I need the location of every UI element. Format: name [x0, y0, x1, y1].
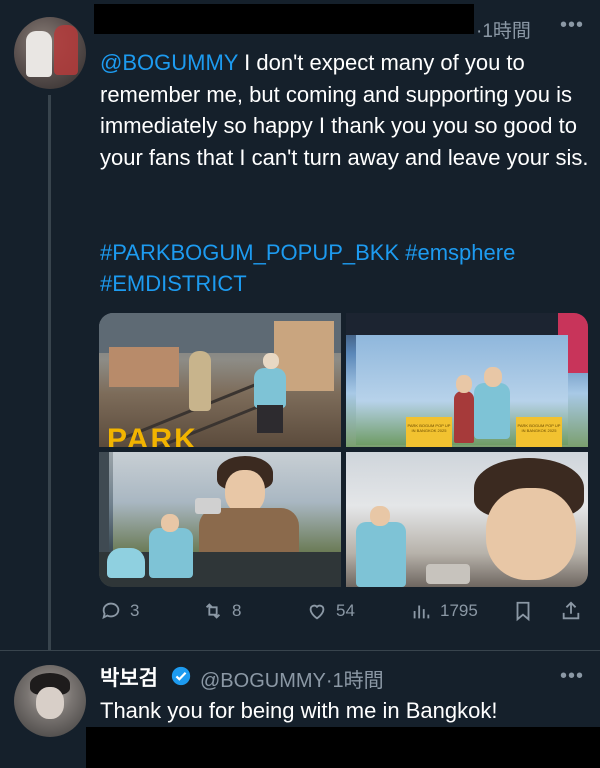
bookmark-action[interactable]	[512, 600, 534, 622]
more-options-icon[interactable]: •••	[560, 14, 584, 37]
redacted-author-name	[94, 4, 474, 34]
share-action[interactable]	[560, 600, 582, 622]
views-icon	[413, 605, 430, 619]
tweet-action-bar: 3 8 54 1795	[0, 600, 600, 628]
media-image-4[interactable]	[346, 452, 588, 587]
tweet-text: @BOGUMMY I don't expect many of you to r…	[100, 47, 590, 173]
image2-sign-text-1: PARK BOGUM POP UP IN BANGKOK 2025	[407, 423, 451, 433]
tweet-timestamp[interactable]: ·1時間	[476, 16, 531, 43]
reply-author-name[interactable]: 박보검	[100, 662, 158, 692]
tweet-author-avatar[interactable]	[14, 17, 86, 89]
reply-icon	[102, 602, 120, 620]
hashtag-line-1[interactable]: #PARKBOGUM_POPUP_BKK #emsphere	[100, 237, 590, 268]
bookmark-icon	[516, 601, 530, 622]
like-action[interactable]: 54	[306, 600, 355, 622]
media-image-1[interactable]: PARK	[99, 313, 341, 447]
reply-author-avatar[interactable]	[14, 665, 86, 737]
avatar-figure	[54, 25, 78, 75]
like-count: 54	[336, 601, 355, 620]
tweet-hashtags: #PARKBOGUM_POPUP_BKK #emsphere #EMDISTRI…	[100, 237, 590, 299]
reply-text: Thank you for being with me in Bangkok!	[100, 698, 498, 723]
avatar-face	[36, 687, 64, 719]
redacted-bottom-area	[86, 727, 600, 768]
reply-author-handle[interactable]: @BOGUMMY·1時間	[200, 664, 384, 693]
reply-timestamp[interactable]: ·1時間	[326, 670, 384, 692]
mention-link[interactable]: @BOGUMMY	[100, 50, 238, 75]
tweet-divider	[0, 650, 600, 651]
thread-line	[48, 95, 51, 650]
views-count: 1795	[440, 601, 478, 620]
heart-icon	[309, 604, 325, 620]
media-image-2[interactable]: PARK BOGUM POP UP IN BANGKOK 2025 PARK B…	[346, 313, 588, 447]
image1-sign-text: PARK	[107, 423, 198, 448]
share-icon	[562, 601, 580, 620]
reply-action[interactable]: 3	[100, 600, 139, 622]
media-image-3[interactable]	[99, 452, 341, 587]
reply-count: 3	[130, 601, 140, 620]
retweet-count: 8	[232, 601, 242, 620]
avatar-figure	[26, 31, 52, 77]
reply-handle-text: @BOGUMMY	[200, 670, 326, 692]
hashtag-line-2[interactable]: #EMDISTRICT	[100, 268, 590, 299]
reply-more-options-icon[interactable]: •••	[560, 665, 584, 688]
views-action[interactable]: 1795	[410, 600, 478, 622]
retweet-action[interactable]: 8	[202, 600, 241, 622]
tweet-media-grid: PARK PARK BOGUM POP UP IN BANGKOK 2025 P…	[99, 313, 588, 587]
retweet-icon	[205, 603, 221, 619]
image2-sign-text-2: PARK BOGUM POP UP IN BANGKOK 2025	[517, 423, 561, 433]
verified-badge-icon	[171, 666, 191, 686]
